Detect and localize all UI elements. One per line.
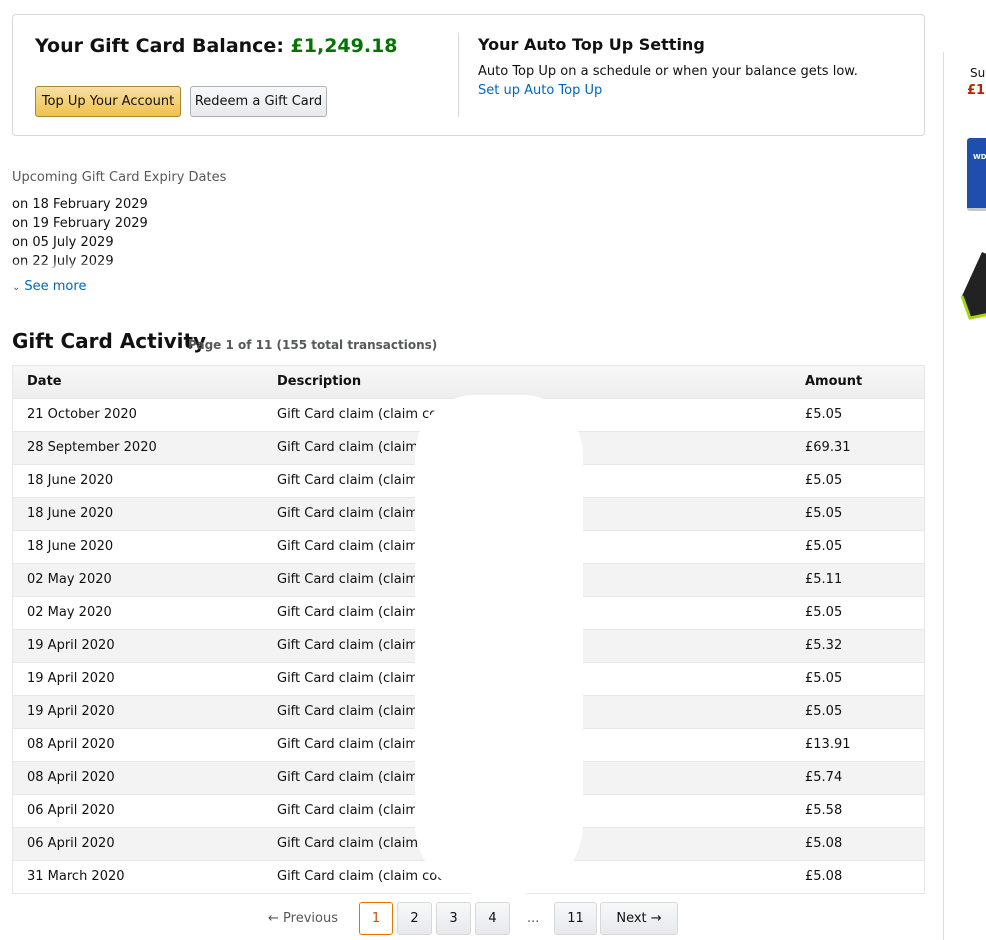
row-date: 08 April 2020	[27, 770, 115, 785]
pagination-previous[interactable]: ← Previous	[268, 911, 338, 926]
sidebar-divider	[943, 52, 944, 940]
row-amount: £5.05	[805, 473, 843, 488]
pagination-next[interactable]: Next →	[600, 902, 678, 935]
row-date: 19 April 2020	[27, 638, 115, 653]
column-header-date: Date	[27, 374, 62, 389]
sidebar-label: Sul	[970, 66, 986, 80]
set-up-auto-top-up-link[interactable]: Set up Auto Top Up	[478, 83, 602, 98]
row-date: 21 October 2020	[27, 407, 137, 422]
gift-card-balance-panel: Your Gift Card Balance: £1,249.18 Top Up…	[12, 14, 925, 136]
expiry-date-list: on 18 February 2029 on 19 February 2029 …	[12, 195, 312, 271]
panel-divider	[458, 33, 459, 117]
row-amount: £5.11	[805, 572, 843, 587]
expiry-date-item: on 05 July 2029	[12, 235, 114, 250]
product-thumbnail-device[interactable]	[960, 250, 986, 320]
balance-amount: £1,249.18	[290, 35, 398, 57]
row-date: 06 April 2020	[27, 803, 115, 818]
pagination-page-1[interactable]: 1	[359, 902, 393, 935]
row-amount: £5.05	[805, 506, 843, 521]
product-badge: WD	[973, 153, 986, 161]
list-fade-overlay	[12, 261, 312, 271]
row-date: 19 April 2020	[27, 704, 115, 719]
redaction-overlay	[415, 395, 583, 895]
auto-top-up-title: Your Auto Top Up Setting	[478, 35, 705, 54]
row-amount: £5.32	[805, 638, 843, 653]
pagination-page-4[interactable]: 4	[475, 902, 510, 935]
column-header-description: Description	[277, 374, 362, 389]
row-date: 08 April 2020	[27, 737, 115, 752]
see-more-link[interactable]: ⌄ See more	[12, 279, 86, 294]
sidebar-price: £15	[967, 83, 986, 98]
row-amount: £5.08	[805, 869, 843, 884]
balance-label: Your Gift Card Balance:	[35, 35, 284, 57]
row-date: 18 June 2020	[27, 506, 114, 521]
table-header-row: Date Description Amount	[13, 366, 924, 399]
auto-top-up-description: Auto Top Up on a schedule or when your b…	[478, 64, 858, 79]
row-amount: £5.05	[805, 671, 843, 686]
row-description: Gift Card claim (claim code	[277, 869, 454, 884]
pagination-page-11[interactable]: 11	[554, 902, 597, 935]
row-amount: £5.58	[805, 803, 843, 818]
row-amount: £5.05	[805, 704, 843, 719]
activity-page-info: Page 1 of 11 (155 total transactions)	[188, 338, 438, 352]
row-date: 06 April 2020	[27, 836, 115, 851]
see-more-label: See more	[24, 279, 87, 294]
row-date: 28 September 2020	[27, 440, 157, 455]
top-up-account-button[interactable]: Top Up Your Account	[35, 86, 181, 117]
redeem-gift-card-button[interactable]: Redeem a Gift Card	[190, 86, 327, 117]
activity-title: Gift Card Activity	[12, 329, 207, 353]
row-description: Gift Card claim (claim co	[277, 836, 438, 851]
row-amount: £5.05	[805, 539, 843, 554]
column-header-amount: Amount	[805, 374, 863, 389]
row-amount: £5.05	[805, 605, 843, 620]
pagination-page-3[interactable]: 3	[436, 902, 471, 935]
row-date: 19 April 2020	[27, 671, 115, 686]
row-date: 02 May 2020	[27, 572, 112, 587]
chevron-down-icon: ⌄	[12, 282, 21, 293]
product-thumbnail-drive[interactable]: WD	[967, 138, 986, 211]
expiry-date-item: on 18 February 2029	[12, 197, 148, 212]
row-date: 18 June 2020	[27, 539, 114, 554]
row-amount: £69.31	[805, 440, 851, 455]
row-description: Gift Card claim (claim co	[277, 803, 438, 818]
row-date: 31 March 2020	[27, 869, 125, 884]
pagination-page-2[interactable]: 2	[397, 902, 432, 935]
row-amount: £5.05	[805, 407, 843, 422]
row-amount: £5.08	[805, 836, 843, 851]
row-amount: £13.91	[805, 737, 851, 752]
balance-heading: Your Gift Card Balance: £1,249.18	[35, 35, 398, 57]
row-amount: £5.74	[805, 770, 843, 785]
expiry-date-item: on 19 February 2029	[12, 216, 148, 231]
expiry-heading: Upcoming Gift Card Expiry Dates	[12, 170, 227, 185]
row-date: 02 May 2020	[27, 605, 112, 620]
pagination-ellipsis: ...	[527, 911, 540, 926]
row-date: 18 June 2020	[27, 473, 114, 488]
